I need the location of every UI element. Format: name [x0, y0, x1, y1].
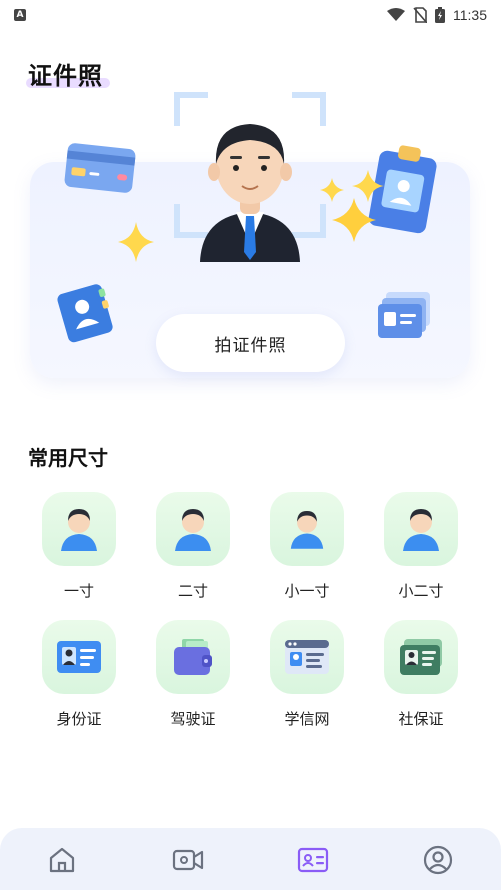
size-label: 身份证 — [56, 710, 102, 728]
sparkle-icon — [320, 170, 384, 242]
user-profile-icon — [423, 845, 453, 875]
nav-home[interactable] — [46, 844, 78, 876]
size-item-id-card[interactable]: 身份证 — [34, 620, 124, 730]
size-tile — [156, 492, 230, 566]
size-item-drivers-license[interactable]: 驾驶证 — [148, 620, 238, 730]
social-card-icon — [400, 639, 442, 675]
businessman-avatar-icon — [200, 124, 300, 262]
wifi-icon — [387, 8, 405, 21]
size-label: 小一寸 — [284, 582, 330, 600]
bottom-nav — [0, 828, 501, 890]
person-icon — [61, 509, 97, 551]
status-right: 11:35 — [387, 7, 487, 23]
size-tile — [42, 620, 116, 694]
id-card-nav-icon — [297, 847, 329, 873]
video-camera-icon — [172, 849, 204, 871]
battery-icon — [435, 7, 445, 23]
size-label: 二寸 — [177, 582, 208, 600]
web-card-icon — [285, 640, 329, 674]
status-left: A — [14, 9, 26, 21]
bank-card-icon — [64, 143, 136, 193]
common-sizes-title: 常用尺寸 — [28, 446, 108, 470]
size-tile — [384, 620, 458, 694]
size-tile — [42, 492, 116, 566]
size-item-small-2inch[interactable]: 小二寸 — [376, 492, 466, 602]
person-icon — [290, 511, 324, 549]
size-tile — [270, 492, 344, 566]
nav-id-photo[interactable] — [297, 844, 329, 876]
contact-book-icon — [57, 284, 113, 343]
nav-video[interactable] — [172, 844, 204, 876]
status-bar: A 11:35 — [0, 0, 501, 30]
size-label: 小二寸 — [398, 582, 444, 600]
clock: 11:35 — [453, 7, 487, 23]
size-tile — [156, 620, 230, 694]
id-stack-icon — [378, 292, 430, 338]
take-id-photo-button[interactable]: 拍证件照 — [156, 314, 345, 372]
size-item-1inch[interactable]: 一寸 — [34, 492, 124, 602]
no-sim-icon — [413, 7, 427, 23]
size-label: 驾驶证 — [170, 710, 216, 728]
size-item-small-1inch[interactable]: 小一寸 — [262, 492, 352, 602]
size-label: 一寸 — [63, 582, 94, 600]
size-tile — [384, 492, 458, 566]
size-label: 学信网 — [284, 710, 330, 728]
size-tile — [270, 620, 344, 694]
size-label: 社保证 — [398, 710, 444, 728]
page-title: 证件照 — [28, 62, 103, 90]
person-icon — [403, 509, 439, 551]
size-item-social-security[interactable]: 社保证 — [376, 620, 466, 730]
id-card-icon — [57, 641, 101, 673]
size-item-2inch[interactable]: 二寸 — [148, 492, 238, 602]
size-item-chsi[interactable]: 学信网 — [262, 620, 352, 730]
person-icon — [175, 509, 211, 551]
nav-profile[interactable] — [422, 844, 454, 876]
a-notification-icon: A — [14, 9, 26, 21]
wallet-icon — [174, 639, 212, 675]
sparkle-icon — [118, 222, 154, 262]
home-icon — [49, 847, 75, 873]
